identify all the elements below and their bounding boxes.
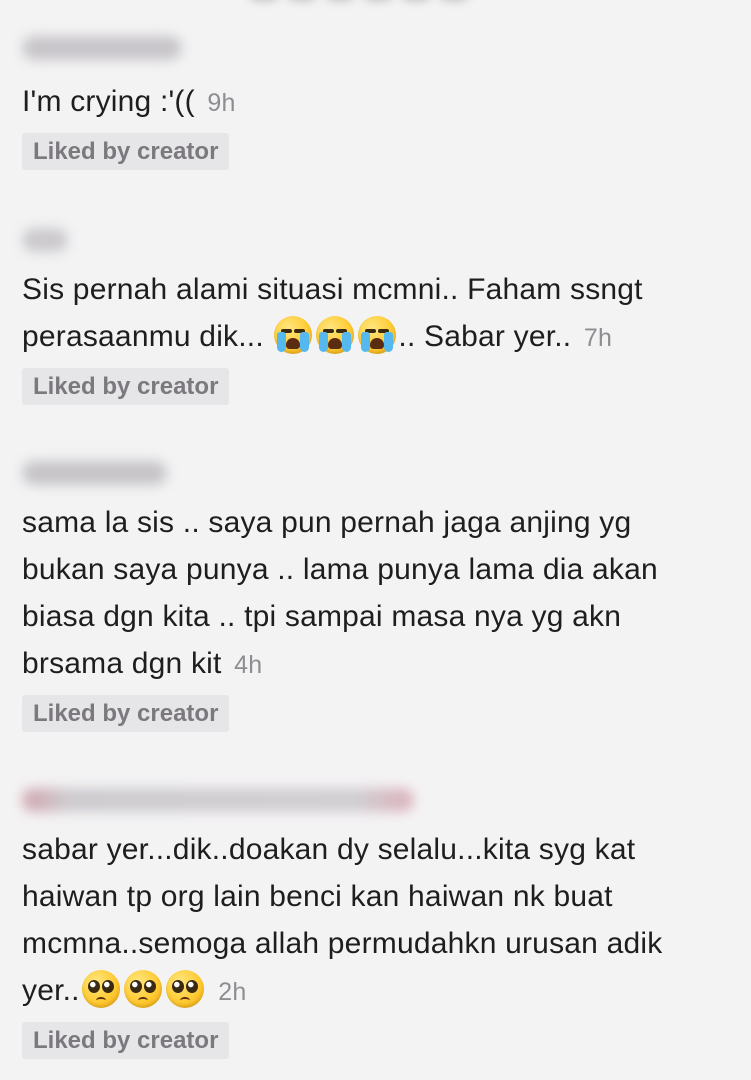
comment-body: sama la sis .. saya pun pernah jaga anji… [22, 506, 658, 680]
comment-text: I'm crying :'(( 9h [22, 78, 722, 127]
comment-text: sama la sis .. saya pun pernah jaga anji… [22, 499, 712, 689]
comment-item: I'm crying :'(( 9h Liked by creator [22, 36, 722, 170]
liked-by-creator-badge: Liked by creator [22, 133, 230, 170]
pleading-face-icon [81, 970, 120, 1008]
comment-body: I'm crying :'(( [22, 85, 195, 118]
username-redacted[interactable] [22, 228, 68, 252]
username-redacted[interactable] [22, 461, 167, 485]
liked-by-creator-badge: Liked by creator [22, 1022, 230, 1059]
loudly-crying-face-icon [358, 316, 397, 354]
username-redacted[interactable] [22, 788, 414, 812]
comment-timestamp: 4h [234, 651, 263, 679]
loudly-crying-face-icon [274, 316, 313, 354]
comment-timestamp: 2h [218, 978, 247, 1006]
comment-body-tail: .. Sabar yer.. [398, 320, 572, 353]
comment-text: sabar yer...dik..doakan dy selalu...kita… [22, 826, 712, 1016]
comment-timestamp: 7h [583, 324, 613, 352]
pleading-face-icon [123, 970, 162, 1008]
loudly-crying-face-icon [316, 316, 355, 354]
comment-item: sabar yer...dik..doakan dy selalu...kita… [22, 788, 722, 1059]
liked-by-creator-badge: Liked by creator [22, 695, 230, 732]
blurred-previous-text [250, 0, 480, 6]
comment-item: Sis pernah alami situasi mcmni.. Faham s… [22, 228, 722, 405]
username-redacted[interactable] [22, 36, 182, 60]
liked-by-creator-badge: Liked by creator [22, 368, 230, 405]
comment-timestamp: 9h [207, 89, 236, 117]
comment-text: Sis pernah alami situasi mcmni.. Faham s… [22, 266, 722, 362]
pleading-face-icon [165, 970, 204, 1008]
comment-item: sama la sis .. saya pun pernah jaga anji… [22, 461, 722, 732]
